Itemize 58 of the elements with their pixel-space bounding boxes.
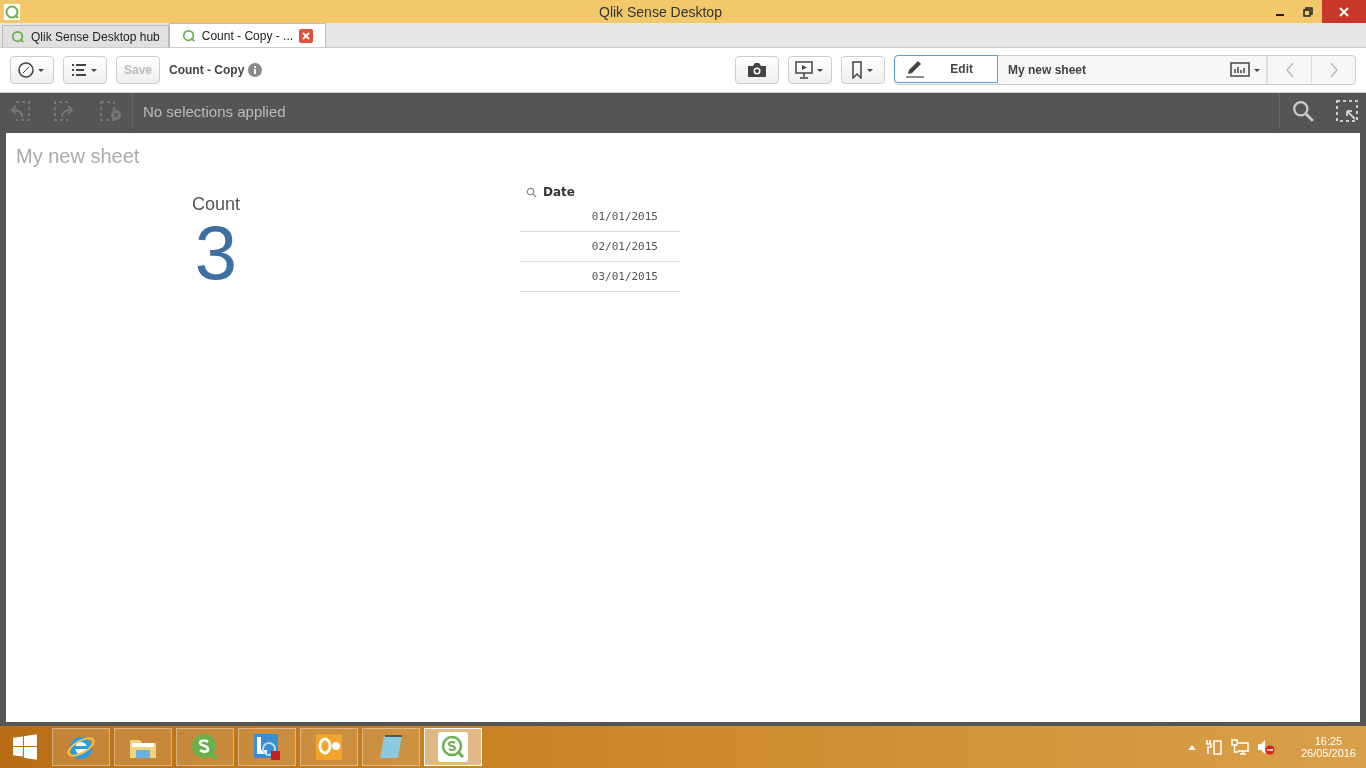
taskbar-app[interactable]: [176, 728, 234, 766]
browser-tab[interactable]: Qlik Sense Desktop hub: [2, 25, 169, 47]
taskbar-app[interactable]: [52, 728, 110, 766]
app-logo-icon: [4, 3, 20, 20]
info-icon[interactable]: [248, 63, 263, 77]
restore-icon: [1303, 6, 1313, 17]
compass-icon: [18, 62, 46, 78]
selections-tool-icon[interactable]: [1336, 100, 1358, 122]
chevron-left-icon: [1284, 62, 1295, 78]
camera-icon: [747, 62, 767, 78]
outlook-icon: [314, 732, 344, 762]
edit-button[interactable]: Edit: [894, 55, 998, 83]
show-hidden-icon[interactable]: [1186, 743, 1197, 751]
bookmark-button[interactable]: [841, 56, 885, 84]
menu-button[interactable]: [63, 56, 107, 84]
selections-status: No selections applied: [143, 102, 286, 120]
taskbar-app[interactable]: [114, 728, 172, 766]
filter-value[interactable]: 01/01/2015: [520, 202, 680, 232]
sheets-icon: [1230, 61, 1262, 79]
muted-speaker-icon[interactable]: [1256, 739, 1275, 755]
present-button[interactable]: [788, 56, 832, 84]
close-icon: [1339, 6, 1349, 17]
close-button[interactable]: [1322, 0, 1366, 23]
presentation-icon: [795, 61, 825, 79]
close-tab-icon[interactable]: [299, 28, 314, 43]
window-title: Qlik Sense Desktop: [599, 3, 722, 20]
kpi-label: Count: [191, 194, 240, 215]
kpi-value: 3: [194, 215, 238, 291]
minimize-icon: [1276, 13, 1284, 16]
filter-value[interactable]: 03/01/2015: [520, 262, 680, 292]
qlik-logo-icon: [181, 28, 196, 43]
search-icon[interactable]: [1292, 100, 1314, 122]
filter-value[interactable]: 02/01/2015: [520, 232, 680, 262]
qlik-logo-icon: [190, 732, 220, 762]
qlik-logo-icon: [11, 29, 25, 44]
start-icon[interactable]: [12, 734, 38, 760]
bookmark-icon: [850, 61, 876, 79]
taskbar-app[interactable]: [300, 728, 358, 766]
sheet-selector[interactable]: My new sheet: [998, 56, 1267, 84]
lync-icon: [252, 732, 282, 762]
clock-time: 16:25: [1314, 735, 1343, 747]
browser-tab[interactable]: Count - Copy - ...: [168, 23, 327, 47]
network-icon[interactable]: [1230, 739, 1249, 755]
battery-icon[interactable]: [1204, 739, 1223, 755]
chevron-right-icon: [1328, 62, 1339, 78]
navigation-button[interactable]: [10, 56, 54, 84]
taskbar-app[interactable]: [424, 728, 482, 766]
app-title: Count - Copy: [169, 63, 245, 77]
qlik-logo-icon: [438, 732, 468, 762]
sheet-name: My new sheet: [1008, 63, 1087, 77]
list-icon: [71, 62, 99, 78]
sheet-title: My new sheet: [16, 145, 141, 168]
taskbar-app[interactable]: [238, 728, 296, 766]
filter-title: Date: [543, 185, 575, 199]
snapshot-button[interactable]: [735, 56, 779, 84]
clock-date: 26/05/2016: [1300, 747, 1356, 759]
search-icon[interactable]: [526, 186, 537, 198]
pencil-icon: [905, 60, 925, 78]
